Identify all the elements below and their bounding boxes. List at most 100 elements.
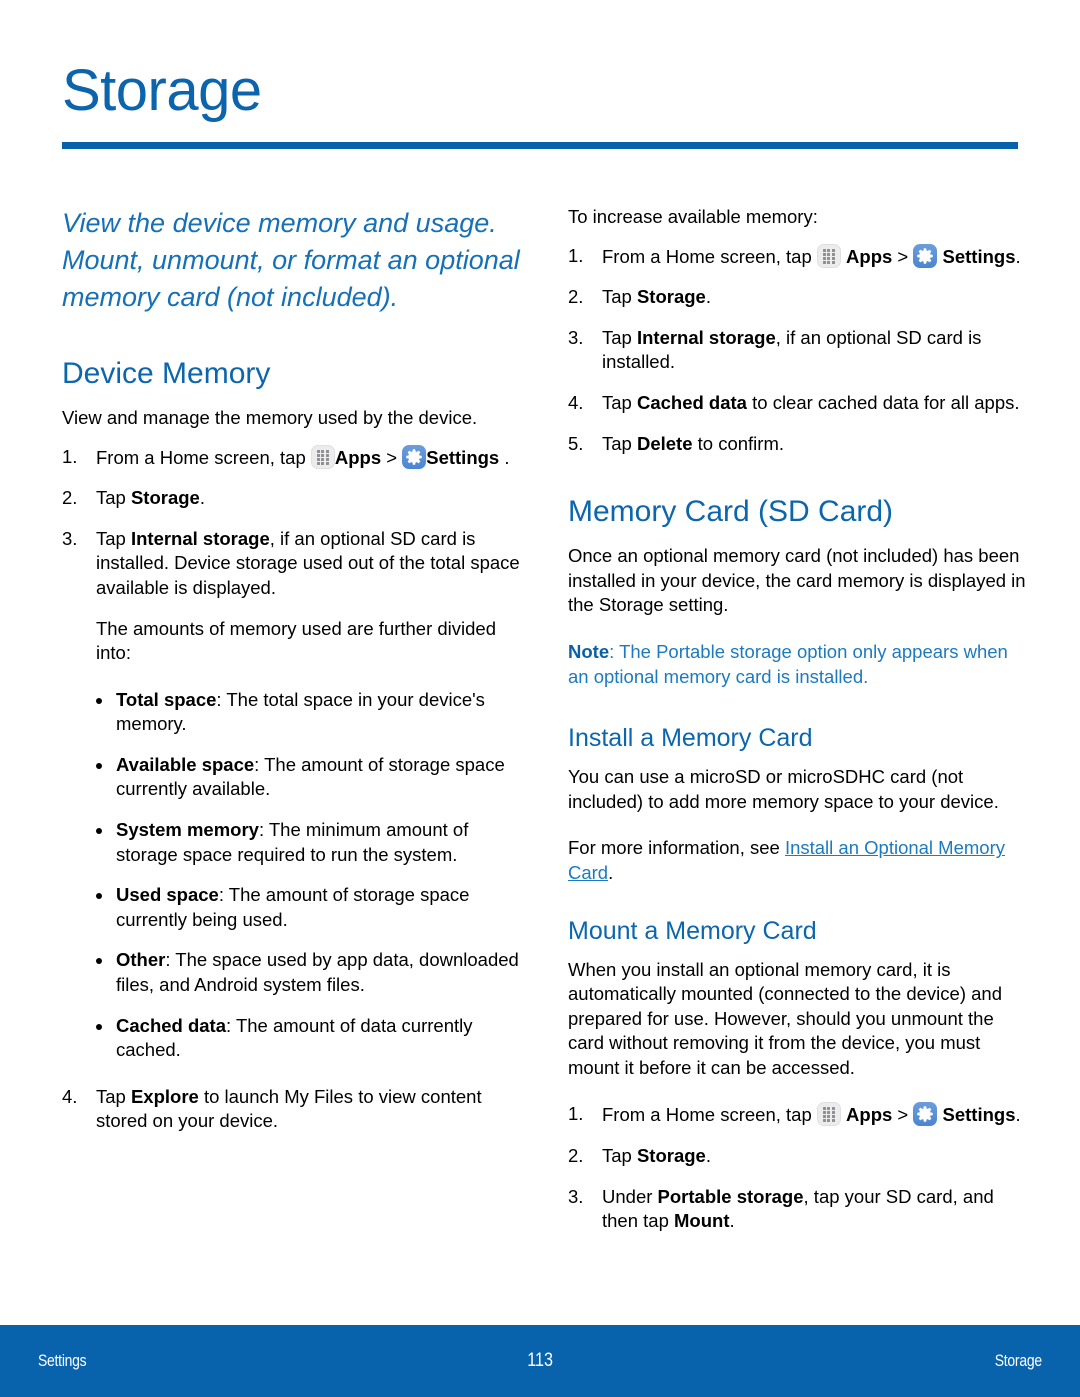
mount-body: When you install an optional memory card… xyxy=(568,958,1002,1078)
step-bold-term: Storage xyxy=(130,487,200,509)
list-item: Available space: The amount of storage s… xyxy=(96,753,524,802)
right-column: To increase available memory: From a Hom… xyxy=(568,205,1030,1256)
note-paragraph: Note: The Portable storage option only a… xyxy=(568,640,1030,689)
step-bold-term: Storage xyxy=(636,1145,706,1167)
step-text-pre: Tap xyxy=(602,1145,637,1167)
two-column-body: View the device memory and usage. Mount,… xyxy=(0,205,1080,1256)
apps-grid-icon xyxy=(310,444,335,469)
mount-memory-card-steps: From a Home screen, tap Apps > Settings.… xyxy=(568,1102,1030,1233)
apps-label: Apps xyxy=(846,1104,893,1126)
memory-card-body: Once an optional memory card (not includ… xyxy=(568,545,1026,616)
bullet-term: Used space xyxy=(116,884,219,906)
apps-grid-icon xyxy=(816,1102,841,1127)
gear-icon xyxy=(402,444,427,469)
step-text-pre: Tap xyxy=(602,286,637,308)
step-item: Tap Cached data to clear cached data for… xyxy=(568,391,1030,416)
bullet-term: System memory xyxy=(116,819,259,841)
page-header: Storage xyxy=(0,0,1080,149)
step-text-pre: From a Home screen, tap xyxy=(602,245,817,267)
step-item: From a Home screen, tap Apps > Settings. xyxy=(568,243,1030,270)
bullet-term: Other xyxy=(116,949,166,971)
gear-icon xyxy=(913,1102,938,1127)
step-text-post: . xyxy=(705,1145,711,1167)
settings-label: Settings xyxy=(942,245,1016,267)
increase-memory-intro: To increase available memory: xyxy=(568,206,818,227)
step-text-pre: Under xyxy=(602,1185,658,1207)
step-text-post: . xyxy=(499,446,510,468)
increase-memory-steps: From a Home screen, tap Apps > Settings.… xyxy=(568,243,1030,457)
step-bold-term: Delete xyxy=(636,432,693,454)
step-text-post: . xyxy=(199,487,205,509)
list-item: Cached data: The amount of data currentl… xyxy=(96,1014,524,1063)
bullet-term: Available space xyxy=(116,753,255,775)
page-title: Storage xyxy=(62,58,262,123)
section-heading-device-memory: Device Memory xyxy=(62,356,271,390)
subsection-heading-mount-memory-card: Mount a Memory Card xyxy=(568,916,817,945)
note-text: : The Portable storage option only appea… xyxy=(568,640,1008,687)
left-column: View the device memory and usage. Mount,… xyxy=(62,205,524,1156)
list-item: Used space: The amount of storage space … xyxy=(96,883,524,932)
apps-grid-dots xyxy=(312,446,334,468)
page-footer: Settings 113 Storage xyxy=(0,1325,1080,1397)
step-text-pre: Tap xyxy=(96,527,131,549)
intro-paragraph: View the device memory and usage. Mount,… xyxy=(62,208,520,312)
step-text-post: . xyxy=(1015,245,1021,267)
document-page: Storage View the device memory and usage… xyxy=(0,0,1080,1397)
more-info-period: . xyxy=(608,861,614,883)
step-bold-term: Storage xyxy=(636,286,706,308)
step-item: Tap Internal storage, if an optional SD … xyxy=(62,527,524,666)
title-divider xyxy=(62,142,1018,149)
bullet-term: Total space xyxy=(116,688,217,710)
step-item: Tap Storage. xyxy=(62,486,524,511)
step-item: Tap Delete to confirm. xyxy=(568,432,1030,457)
apps-grid-dots xyxy=(818,245,840,267)
step-item: Under Portable storage, tap your SD card… xyxy=(568,1185,1030,1234)
memory-division-bullets: Total space: The total space in your dev… xyxy=(62,688,524,1063)
step-item: Tap Storage. xyxy=(568,1144,1030,1169)
device-memory-steps: From a Home screen, tap Apps > Settings … xyxy=(62,444,524,666)
device-memory-intro: View and manage the memory used by the d… xyxy=(62,406,478,428)
more-info-text: For more information, see xyxy=(568,837,785,859)
list-item: Other: The space used by app data, downl… xyxy=(96,948,524,997)
step-separator: > xyxy=(381,446,403,468)
apps-grid-dots xyxy=(818,1103,840,1125)
step-text-pre: Tap xyxy=(96,487,131,509)
apps-label: Apps xyxy=(334,446,382,468)
step-text-post: to clear cached data for all apps. xyxy=(746,391,1020,413)
step-bold-term: Explore xyxy=(130,1085,199,1107)
settings-label: Settings xyxy=(426,446,500,468)
step-item: From a Home screen, tap Apps > Settings … xyxy=(62,444,524,471)
step-item: Tap Storage. xyxy=(568,285,1030,310)
list-item: Total space: The total space in your dev… xyxy=(96,688,524,737)
step-text-pre: From a Home screen, tap xyxy=(602,1104,817,1126)
step-text-post: . xyxy=(729,1210,735,1232)
step-bold-term: Portable storage xyxy=(657,1185,804,1207)
step-text-pre: Tap xyxy=(602,432,637,454)
gear-icon xyxy=(913,243,938,268)
step-text-pre: Tap xyxy=(96,1085,131,1107)
note-label: Note xyxy=(568,640,610,662)
bullet-desc: : The space used by app data, downloaded… xyxy=(116,949,519,996)
step-item: From a Home screen, tap Apps > Settings. xyxy=(568,1102,1030,1128)
step-bold-term: Internal storage xyxy=(636,326,776,348)
list-item: System memory: The minimum amount of sto… xyxy=(96,818,524,867)
section-heading-memory-card: Memory Card (SD Card) xyxy=(568,495,894,529)
step-bold-term: Cached data xyxy=(636,391,747,413)
subsection-heading-install-memory-card: Install a Memory Card xyxy=(568,724,813,753)
footer-section-label: Settings xyxy=(38,1351,87,1370)
step-text-pre: From a Home screen, tap xyxy=(96,446,311,468)
step-separator: > xyxy=(892,245,914,267)
install-body: You can use a microSD or microSDHC card … xyxy=(568,766,999,812)
step-text-pre: Tap xyxy=(602,326,637,348)
step-item: Tap Explore to launch My Files to view c… xyxy=(62,1085,524,1134)
step-extra-paragraph: The amounts of memory used are further d… xyxy=(96,617,496,664)
install-more-info: For more information, see Install an Opt… xyxy=(568,836,1030,885)
step-separator: > xyxy=(892,1104,914,1126)
footer-page-number: 113 xyxy=(527,1350,553,1371)
apps-grid-icon xyxy=(816,243,841,268)
step-bold-term-2: Mount xyxy=(674,1210,730,1232)
step-item: Tap Internal storage, if an optional SD … xyxy=(568,326,1030,375)
apps-label: Apps xyxy=(846,245,893,267)
step-text-post: . xyxy=(1015,1104,1021,1126)
step-text-post: . xyxy=(705,286,711,308)
